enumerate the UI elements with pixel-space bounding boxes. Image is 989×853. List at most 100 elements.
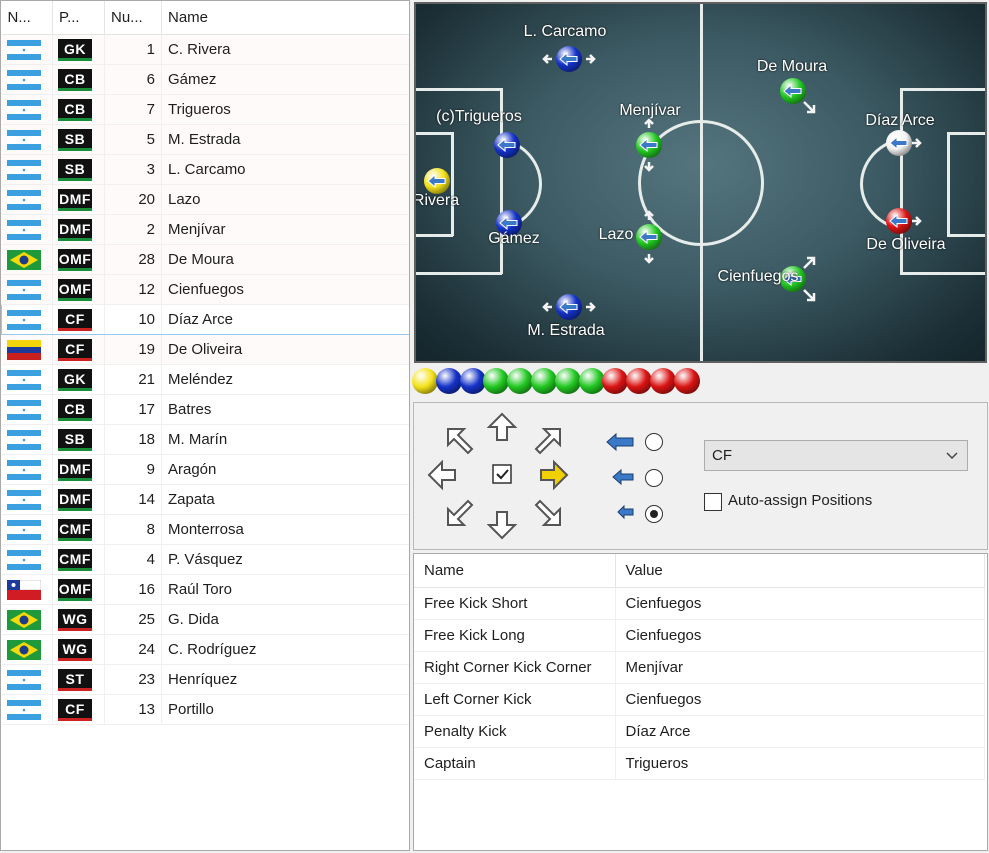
right-penalty-box-top — [900, 88, 985, 91]
honduras-flag-icon — [6, 459, 41, 480]
roster-row[interactable]: CB 6 Gámez — [1, 64, 409, 95]
auto-assign-checkbox[interactable] — [704, 493, 722, 511]
green-ball-icon — [578, 368, 605, 394]
roster-row[interactable]: CMF 8 Monterrosa — [1, 514, 409, 545]
nationality-cell — [1, 304, 53, 335]
chile-flag-icon — [6, 579, 41, 600]
arrow-down-left-icon[interactable] — [444, 497, 476, 529]
player-marker-label: Lazo — [598, 226, 634, 243]
roster-row[interactable]: WG 24 C. Rodríguez — [1, 634, 409, 665]
position-cell: DMF — [52, 484, 105, 515]
green-ball-icon — [507, 368, 534, 394]
movement-arrow-icon — [427, 173, 446, 189]
honduras-flag-icon — [6, 669, 41, 690]
roster-row[interactable]: CF 19 De Oliveira — [1, 334, 409, 365]
nationality-cell — [1, 334, 53, 365]
left-goal-box-bottom — [416, 234, 453, 237]
player-name-cell: M. Estrada — [161, 124, 409, 155]
position-select[interactable]: CF — [704, 440, 968, 471]
number-cell: 1 — [104, 34, 162, 65]
auto-assign-label[interactable]: Auto-assign Positions — [728, 492, 872, 509]
player-marker[interactable] — [424, 168, 450, 194]
arrow-size-small-radio[interactable] — [645, 505, 663, 523]
roster-header-row: N... P... Nu... Name — [1, 1, 409, 35]
roster-row[interactable]: OMF 16 Raúl Toro — [1, 574, 409, 605]
green-ball-icon — [483, 368, 510, 394]
checkbox-center-icon[interactable] — [489, 461, 515, 487]
arrow-right-icon[interactable] — [538, 459, 570, 491]
roster-row[interactable]: CMF 4 P. Vásquez — [1, 544, 409, 575]
player-name-cell: Díaz Arce — [161, 304, 409, 335]
blue-ball-icon — [459, 368, 486, 394]
position-badge: SB — [58, 128, 92, 151]
arrow-down-icon[interactable] — [486, 509, 518, 541]
player-marker[interactable] — [542, 46, 596, 72]
position-cell: DMF — [52, 184, 105, 215]
nationality-cell — [1, 214, 53, 245]
roster-row[interactable]: SB 18 M. Marín — [1, 424, 409, 455]
formation-pitch[interactable]: L. Carcamo (c)Trigueros C.Rivera Gámez M. Es… — [414, 2, 987, 363]
roster-row[interactable]: CF 13 Portillo — [1, 694, 409, 725]
roster-row[interactable]: CB 7 Trigueros — [1, 94, 409, 125]
red-ball-icon — [650, 368, 676, 394]
player-marker[interactable] — [780, 78, 816, 114]
large-arrow-icon — [606, 433, 634, 451]
player-marker[interactable] — [636, 118, 662, 172]
roster-row[interactable]: GK 21 Meléndez — [1, 364, 409, 395]
roster-row[interactable]: CB 17 Batres — [1, 394, 409, 425]
set-piece-row[interactable]: Penalty Kick Díaz Arce — [414, 715, 985, 748]
roster-row[interactable]: DMF 14 Zapata — [1, 484, 409, 515]
player-marker[interactable] — [886, 208, 922, 234]
column-header-name[interactable]: Name — [161, 1, 409, 35]
roster-row[interactable]: DMF 20 Lazo — [1, 184, 409, 215]
column-header-setpiece-name[interactable]: Name — [414, 554, 616, 588]
roster-row[interactable]: OMF 28 De Moura — [1, 244, 409, 275]
position-badge: SB — [58, 428, 92, 451]
column-header-nationality[interactable]: N... — [1, 1, 53, 35]
nationality-cell — [1, 574, 53, 605]
position-badge: CB — [58, 98, 92, 121]
arrow-size-large-radio[interactable] — [645, 433, 663, 451]
player-marker[interactable] — [542, 294, 596, 320]
roster-row[interactable]: CF 10 Díaz Arce — [1, 304, 409, 335]
player-marker[interactable] — [636, 210, 662, 264]
roster-list[interactable]: N... P... Nu... Name GK 1 C. Rivera CB 6 Gáme… — [0, 0, 410, 851]
arrow-up-icon[interactable] — [486, 411, 518, 443]
roster-row[interactable]: SB 3 L. Carcamo — [1, 154, 409, 185]
nationality-cell — [1, 64, 53, 95]
roster-row[interactable]: WG 25 G. Dida — [1, 604, 409, 635]
player-marker[interactable] — [494, 132, 520, 158]
position-cell: GK — [52, 34, 105, 65]
roster-row[interactable]: OMF 12 Cienfuegos — [1, 274, 409, 305]
arrow-size-medium-radio[interactable] — [645, 469, 663, 487]
nationality-cell — [1, 184, 53, 215]
roster-row[interactable]: DMF 2 Menjívar — [1, 214, 409, 245]
roster-row[interactable]: GK 1 C. Rivera — [1, 34, 409, 65]
roster-row[interactable]: DMF 9 Aragón — [1, 454, 409, 485]
set-piece-row[interactable]: Right Corner Kick Corner Menjívar — [414, 651, 985, 684]
arrow-up-left-icon[interactable] — [444, 425, 476, 457]
arrow-left-icon[interactable] — [426, 459, 458, 491]
set-piece-row[interactable]: Left Corner Kick Cienfuegos — [414, 683, 985, 716]
set-pieces-list[interactable]: Name Value Free Kick Short Cienfuegos Free… — [413, 553, 988, 851]
roster-row[interactable]: SB 5 M. Estrada — [1, 124, 409, 155]
set-piece-row[interactable]: Free Kick Long Cienfuegos — [414, 619, 985, 652]
player-name-cell: Cienfuegos — [161, 274, 409, 305]
column-header-position[interactable]: P... — [52, 1, 105, 35]
set-piece-taker: Díaz Arce — [615, 715, 985, 748]
arrow-up-right-icon[interactable] — [532, 425, 564, 457]
column-header-number[interactable]: Nu... — [104, 1, 162, 35]
roster-row[interactable]: ST 23 Henríquez — [1, 664, 409, 695]
player-marker[interactable] — [886, 130, 922, 156]
player-name-cell: G. Dida — [161, 604, 409, 635]
red-ball-icon — [626, 368, 653, 394]
set-piece-row[interactable]: Captain Trigueros — [414, 747, 985, 780]
arrow-down-right-icon[interactable] — [532, 497, 564, 529]
small-arrow-icon — [617, 505, 634, 519]
honduras-flag-icon — [6, 219, 41, 240]
number-cell: 7 — [104, 94, 162, 125]
green-ball-icon — [554, 368, 581, 394]
player-name-cell: Lazo — [161, 184, 409, 215]
set-piece-row[interactable]: Free Kick Short Cienfuegos — [414, 587, 985, 620]
column-header-setpiece-value[interactable]: Value — [615, 554, 985, 588]
